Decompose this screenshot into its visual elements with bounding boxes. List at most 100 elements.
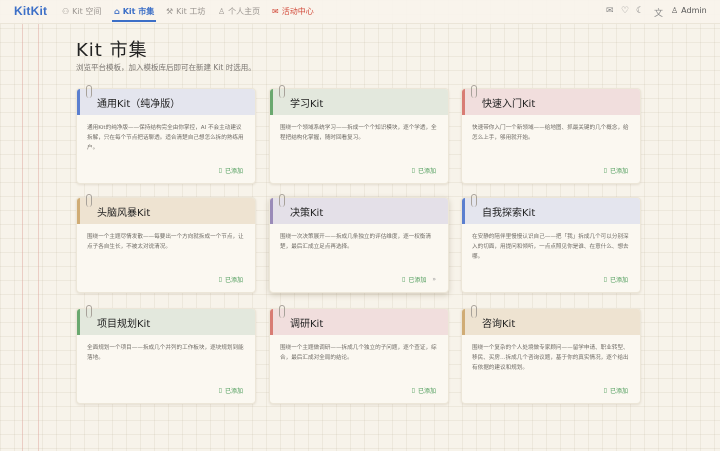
card-description: 通用Kit的纯净版——保持结构完全由你掌控，AI 不会主动建议拆解，只在每个节点… [87, 125, 244, 151]
page-subtitle: 浏览平台模板，加入模板库后即可在新建 Kit 时选用。 [76, 63, 256, 72]
translate-icon[interactable]: 文 [654, 6, 663, 19]
added-status-label: 已添加 [408, 277, 427, 284]
clipboard-icon: ▯ [411, 167, 415, 174]
added-status-label: 已添加 [609, 168, 628, 175]
paperclip-icon [86, 85, 92, 98]
page-title: Kit 市集 [76, 40, 148, 61]
store-icon: ⌂ [114, 7, 120, 16]
card-header: 头脑风暴Kit [77, 194, 255, 224]
user-name: Admin [681, 6, 707, 15]
card-header: 自我探索Kit [462, 194, 640, 224]
gift-icon: ✉ [272, 7, 279, 16]
wrench-icon: ⚒ [166, 7, 174, 16]
nav-item-label: Kit 空间 [72, 7, 102, 16]
card-header: 咨询Kit [462, 305, 640, 335]
added-status-label: 已添加 [417, 168, 436, 175]
card-description: 快速带你入门一个新领域——给地图、抓最关键的几个概念，给怎么上手，够用就开始。 [472, 125, 629, 141]
card-title: 咨询Kit [482, 318, 516, 330]
clipboard-icon: ▯ [402, 276, 406, 283]
clipboard-icon: ▯ [411, 387, 415, 394]
added-status[interactable]: ▯ 已添加 [219, 275, 243, 284]
clipboard-icon: ▯ [603, 276, 607, 283]
card-description: 围绕一个复杂的个人处境做专家顾问——留学申请、职业转型、移民、买房…拆成几个咨询… [472, 345, 629, 371]
added-status[interactable]: ▯ 已添加 [412, 166, 436, 175]
paperclip-icon [279, 85, 285, 98]
heart-icon[interactable]: ♡ [621, 6, 629, 16]
added-status-label: 已添加 [224, 277, 243, 284]
added-status-label: 已添加 [417, 388, 436, 395]
user-menu[interactable]: ♙ Admin [671, 6, 707, 15]
card-title: 通用Kit（纯净版） [97, 98, 181, 110]
card-title: 快速入门Kit [482, 98, 536, 110]
top-nav: KitKit ⚇ Kit 空间 ⌂ Kit 市集 ⚒ Kit 工坊 ♙ 个人主页… [0, 0, 720, 24]
kit-card-general[interactable]: 通用Kit（纯净版） 通用Kit的纯净版——保持结构完全由你掌控，AI 不会主动… [76, 85, 256, 184]
kit-card-quick-start[interactable]: 快速入门Kit 快速带你入门一个新领域——给地图、抓最关键的几个概念，给怎么上手… [461, 85, 641, 184]
nav-item-kit-market[interactable]: ⌂ Kit 市集 [111, 6, 157, 22]
card-title: 调研Kit [290, 318, 324, 330]
added-status-label: 已添加 [609, 277, 628, 284]
paperclip-icon [279, 305, 285, 318]
paperclip-icon [86, 194, 92, 207]
card-header: 调研Kit [270, 305, 448, 335]
paperclip-icon [279, 194, 285, 207]
paperclip-icon [471, 194, 477, 207]
users-icon: ⚇ [62, 7, 70, 16]
added-status[interactable]: ▯ 已添加 [219, 166, 243, 175]
card-header: 快速入门Kit [462, 85, 640, 115]
nav-item-label: Kit 市集 [122, 7, 155, 16]
clipboard-icon: ▯ [218, 167, 222, 174]
nav-item-activity-center[interactable]: ✉ 活动中心 [272, 6, 314, 17]
added-status[interactable]: ▯ 已添加 [604, 275, 628, 284]
added-status[interactable]: ▯ 已添加 [412, 386, 436, 395]
nav-item-kit-workshop[interactable]: ⚒ Kit 工坊 [166, 6, 205, 17]
card-title: 自我探索Kit [482, 207, 536, 219]
card-title: 决策Kit [290, 207, 324, 219]
kit-card-brainstorm[interactable]: 头脑风暴Kit 围绕一个主题尽情发散——每要出一个方向就拆成一个节点，让点子各自… [76, 194, 256, 293]
added-status[interactable]: ▯ 已添加 [604, 166, 628, 175]
kit-card-research[interactable]: 调研Kit 围绕一个主题做调研——拆成几个独立的子问题，逐个查证，综合，最后汇成… [269, 305, 449, 404]
card-description: 全面规划一个项目——拆成几个并列的工作板块，逐块规划到能落地。 [87, 345, 244, 361]
mail-icon[interactable]: ✉ [606, 6, 614, 16]
paperclip-icon [471, 305, 477, 318]
card-header: 学习Kit [270, 85, 448, 115]
paperclip-icon [86, 305, 92, 318]
user-icon: ♙ [218, 7, 226, 16]
notebook-margin-line [38, 0, 39, 451]
chevron-right-icon: » [432, 276, 436, 283]
card-title: 项目规划Kit [97, 318, 151, 330]
paperclip-icon [471, 85, 477, 98]
kit-card-learning[interactable]: 学习Kit 围绕一个领域系统学习——拆成一个个知识模块，逐个学透，全程把结构化掌… [269, 85, 449, 184]
card-description: 围绕一个主题做调研——拆成几个独立的子问题，逐个查证，综合，最后汇成对全局的结论… [280, 345, 437, 361]
nav-item-label: Kit 工坊 [176, 7, 206, 16]
card-header: 项目规划Kit [77, 305, 255, 335]
card-description: 在安静的陪伴里慢慢认识自己——把「我」拆成几个可以分别深入的切面，用提问和倾听，… [472, 234, 629, 260]
kit-card-consulting[interactable]: 咨询Kit 围绕一个复杂的个人处境做专家顾问——留学申请、职业转型、移民、买房…… [461, 305, 641, 404]
user-icon: ♙ [671, 6, 679, 15]
nav-item-profile[interactable]: ♙ 个人主页 [218, 6, 260, 17]
added-status[interactable]: ▯ 已添加 [219, 386, 243, 395]
card-description: 围绕一个主题尽情发散——每要出一个方向就拆成一个节点，让点子各自生长，不被太对说… [87, 234, 244, 250]
clipboard-icon: ▯ [603, 167, 607, 174]
added-status[interactable]: ▯ 已添加 [604, 386, 628, 395]
card-header: 决策Kit [270, 194, 448, 224]
added-status-label: 已添加 [224, 388, 243, 395]
added-status[interactable]: ▯ 已添加 » [402, 275, 436, 284]
clipboard-icon: ▯ [218, 387, 222, 394]
app-logo[interactable]: KitKit [14, 4, 47, 18]
nav-item-label: 活动中心 [281, 7, 314, 16]
clipboard-icon: ▯ [218, 276, 222, 283]
moon-icon[interactable]: ☾ [636, 6, 644, 16]
nav-item-kit-space[interactable]: ⚇ Kit 空间 [62, 6, 101, 17]
clipboard-icon: ▯ [603, 387, 607, 394]
kit-card-project-planning[interactable]: 项目规划Kit 全面规划一个项目——拆成几个并列的工作板块，逐块规划到能落地。 … [76, 305, 256, 404]
notebook-margin-line [22, 0, 23, 451]
added-status-label: 已添加 [224, 168, 243, 175]
card-title: 学习Kit [290, 98, 324, 110]
card-title: 头脑风暴Kit [97, 207, 151, 219]
card-description: 围绕一次决策展开——拆成几条独立的评估维度，逐一权衡清楚，最后汇成立足点再选择。 [280, 234, 432, 250]
nav-item-label: 个人主页 [228, 7, 261, 16]
kit-card-self-exploration[interactable]: 自我探索Kit 在安静的陪伴里慢慢认识自己——把「我」拆成几个可以分别深入的切面… [461, 194, 641, 293]
card-header: 通用Kit（纯净版） [77, 85, 255, 115]
card-description: 围绕一个领域系统学习——拆成一个个知识模块，逐个学透，全程把结构化掌握，随时回看… [280, 125, 437, 141]
kit-card-decision[interactable]: 决策Kit 围绕一次决策展开——拆成几条独立的评估维度，逐一权衡清楚，最后汇成立… [269, 194, 449, 293]
